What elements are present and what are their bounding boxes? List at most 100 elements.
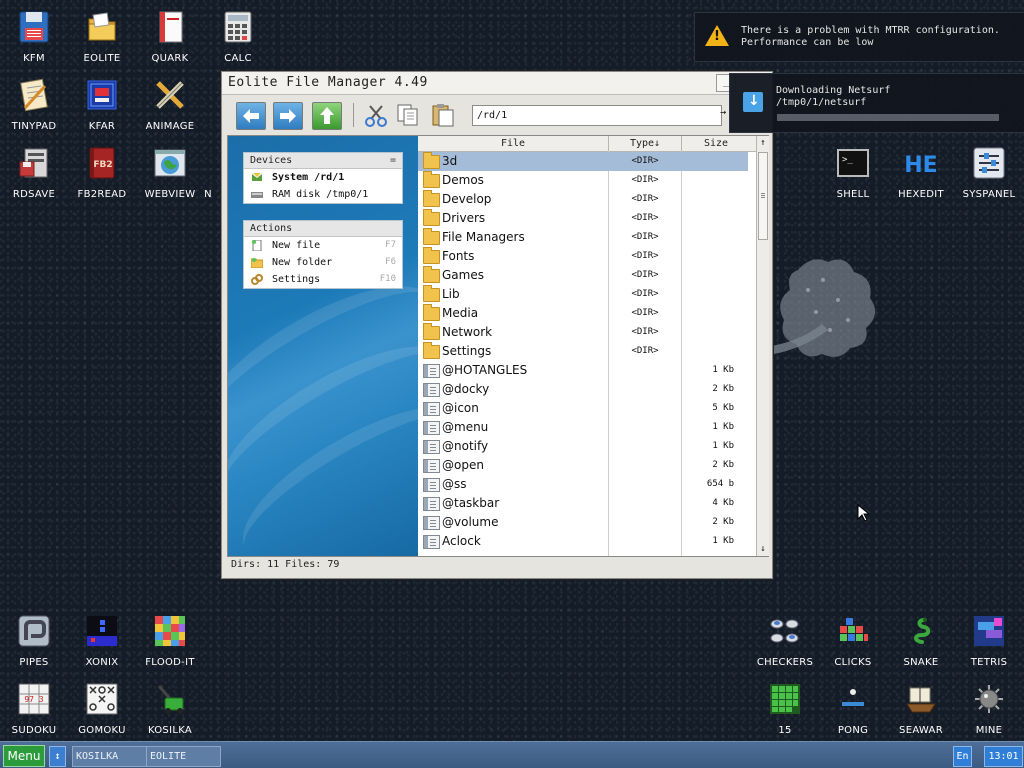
file-row[interactable]: @menu 1 Kb (418, 418, 748, 437)
folder-row[interactable]: Network <DIR> (418, 323, 748, 342)
desktop-icon-partial-n[interactable]: N (198, 140, 218, 204)
collapse-icon[interactable]: = (390, 153, 396, 168)
desktop-icon-fb2read[interactable]: FB2 FB2READ (68, 140, 136, 204)
copy-button[interactable] (395, 102, 421, 128)
folder-row[interactable]: 3d <DIR> (418, 152, 748, 171)
desktop-icon-seawar[interactable]: SEAWAR (887, 676, 955, 740)
file-icon (423, 516, 440, 530)
forward-button[interactable] (273, 102, 303, 130)
file-row[interactable]: @HOTANGLES 1 Kb (418, 361, 748, 380)
notification-mtrr-warning[interactable]: There is a problem with MTRR configurati… (694, 12, 1024, 62)
scroll-down-button[interactable]: ↓ (757, 542, 769, 556)
file-row[interactable]: Aclock 1 Kb (418, 532, 748, 551)
column-size[interactable]: Size (682, 136, 750, 151)
mine-icon (972, 682, 1006, 716)
desktop-icon-shell[interactable]: >_ SHELL (819, 140, 887, 204)
device-item-system[interactable]: System /rd/1 (244, 169, 402, 186)
action-new-file[interactable]: New file F7 (244, 237, 402, 254)
folder-row[interactable]: Demos <DIR> (418, 171, 748, 190)
scroll-up-button[interactable]: ↑ (757, 136, 769, 150)
folder-row[interactable]: Media <DIR> (418, 304, 748, 323)
folder-row[interactable]: Settings <DIR> (418, 342, 748, 361)
file-list[interactable]: File Type↓ Size 3d <DIR> Demos <DIR> Develop… (418, 136, 756, 556)
paste-button[interactable] (430, 102, 456, 128)
desktop-icon-pong[interactable]: PONG (819, 676, 887, 740)
address-bar[interactable]: /rd/1 (472, 105, 722, 126)
desktop-icon-gomoku[interactable]: GOMOKU (68, 676, 136, 740)
desktop-icon-calc[interactable]: CALC (204, 4, 272, 68)
folder-row[interactable]: File Managers <DIR> (418, 228, 748, 247)
back-button[interactable] (236, 102, 266, 130)
desktop-icon-xonix[interactable]: XONIX (68, 608, 136, 672)
desktop-icon-sudoku[interactable]: 97 3 SUDOKU (0, 676, 68, 740)
scissors-icon (365, 105, 387, 127)
desktop-icon-kfar[interactable]: KFAR (68, 72, 136, 136)
file-name: @docky (442, 382, 490, 396)
desktop-icon-kfm[interactable]: KFM (0, 4, 68, 68)
desktop-icon-webview[interactable]: WEBVIEW (136, 140, 204, 204)
action-new-folder[interactable]: New folder F6 (244, 254, 402, 271)
notification-download[interactable]: Downloading Netsurf /tmp0/1/netsurf (729, 73, 1024, 133)
desktop-icon-clicks[interactable]: CLICKS (819, 608, 887, 672)
cut-button[interactable] (363, 102, 389, 128)
menu-button[interactable]: Menu (3, 745, 45, 767)
file-icon (423, 497, 440, 511)
toolbar-separator (353, 103, 354, 127)
desktop-icon-pipes[interactable]: PIPES (0, 608, 68, 672)
folder-row[interactable]: Fonts <DIR> (418, 247, 748, 266)
window-titlebar[interactable]: Eolite File Manager 4.49 _ (222, 72, 772, 95)
task-eolite[interactable]: EOLITE (146, 746, 221, 767)
vertical-scrollbar[interactable]: ↑ ↓ (756, 136, 769, 556)
desktop-icon-hexedit[interactable]: HE HEXEDIT (887, 140, 955, 204)
book-icon: FB2 (85, 146, 119, 180)
desktop-icon-eolite[interactable]: EOLITE (68, 4, 136, 68)
desktop-icon-rdsave[interactable]: RDSAVE (0, 140, 68, 204)
desktop-icon-syspanel[interactable]: SYSPANEL (955, 140, 1023, 204)
file-name: 3d (442, 154, 458, 168)
clock[interactable]: 13:01 (984, 746, 1023, 767)
device-item-ram-disk[interactable]: RAM disk /tmp0/1 (244, 186, 402, 203)
file-icon (423, 440, 440, 454)
file-name: @menu (442, 420, 489, 434)
desktop-icon-15[interactable]: 15 (751, 676, 819, 740)
file-type: <DIR> (631, 156, 659, 166)
desktop-icon-checkers[interactable]: CHECKERS (751, 608, 819, 672)
settings-icon (251, 274, 263, 285)
taskbar-toggle-button[interactable]: ↕ (49, 746, 66, 767)
column-file[interactable]: File (418, 136, 609, 151)
up-button[interactable] (312, 102, 342, 130)
file-row[interactable]: @docky 2 Kb (418, 380, 748, 399)
file-row[interactable]: @volume 2 Kb (418, 513, 748, 532)
calculator-icon (221, 10, 255, 44)
devices-header[interactable]: Devices = (244, 153, 402, 169)
action-settings[interactable]: Settings F10 (244, 271, 402, 288)
tree-wallpaper-decoration (772, 259, 876, 357)
desktop-icon-mine[interactable]: MINE (955, 676, 1023, 740)
address-go-button[interactable]: → (720, 107, 726, 118)
folder-row[interactable]: Lib <DIR> (418, 285, 748, 304)
globe-window-icon (153, 146, 187, 180)
file-row[interactable]: @open 2 Kb (418, 456, 748, 475)
desktop-icon-tinypad[interactable]: TINYPAD (0, 72, 68, 136)
folder-row[interactable]: Develop <DIR> (418, 190, 748, 209)
file-size: 1 Kb (712, 365, 734, 375)
desktop-icon-animage[interactable]: ANIMAGE (136, 72, 204, 136)
file-row[interactable]: @notify 1 Kb (418, 437, 748, 456)
file-row[interactable]: @icon 5 Kb (418, 399, 748, 418)
svg-text:>_: >_ (842, 155, 853, 165)
desktop-icon-tetris[interactable]: TETRIS (955, 608, 1023, 672)
folder-row[interactable]: Drivers <DIR> (418, 209, 748, 228)
folder-row[interactable]: Games <DIR> (418, 266, 748, 285)
file-row[interactable]: @ss 654 b (418, 475, 748, 494)
desktop-icon-flood-it[interactable]: FLOOD-IT (136, 608, 204, 672)
desktop-icon-snake[interactable]: SNAKE (887, 608, 955, 672)
language-indicator[interactable]: En (953, 746, 972, 767)
desktop-icon-quark[interactable]: QUARK (136, 4, 204, 68)
scroll-thumb[interactable] (758, 152, 768, 240)
column-type[interactable]: Type↓ (609, 136, 682, 151)
task-kosilka[interactable]: KOSILKA (72, 746, 147, 767)
file-row[interactable]: @taskbar 4 Kb (418, 494, 748, 513)
desktop-icon-kosilka[interactable]: KOSILKA (136, 676, 204, 740)
hex-editor-icon: HE (904, 146, 938, 180)
file-name: File Managers (442, 230, 525, 244)
